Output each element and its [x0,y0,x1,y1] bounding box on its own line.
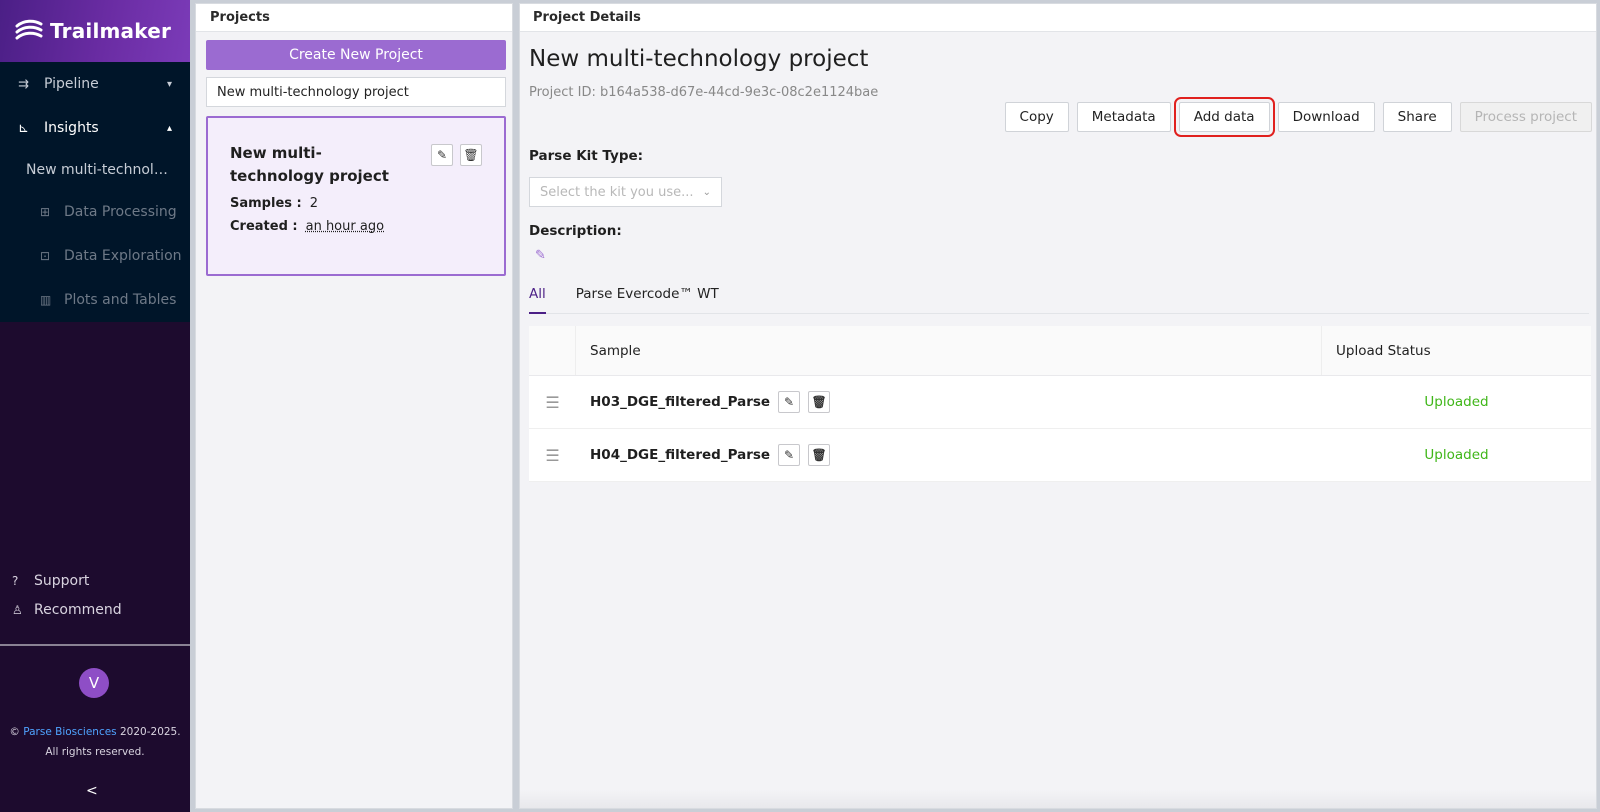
copyright-symbol: © [9,726,20,738]
details-panel-title: Project Details [520,4,1596,32]
delete-sample-icon[interactable]: 🗑 [808,444,831,466]
sidebar-item-label: Plots and Tables [64,292,177,308]
created-label: Created : [230,219,298,234]
projects-panel-title: Projects [196,4,512,32]
copyright: © Parse Biosciences 2020-2025. All right… [0,722,190,762]
sidebar-item-label: Insights [44,120,99,136]
page-title: New multi-technology project [529,46,869,72]
tab-parse-evercode-wt[interactable]: Parse Evercode™ WT [576,274,719,314]
sidebar-item-insights[interactable]: ⊾ Insights ▴ [0,106,190,150]
trailmaker-logo-icon [15,19,43,40]
copy-button[interactable]: Copy [1004,102,1069,132]
sidebar-divider [0,644,190,646]
table-row: ☰ H04_DGE_filtered_Parse ✎ 🗑 Uploaded [529,429,1591,482]
delete-project-icon[interactable]: 🗑 [460,144,482,166]
edit-project-icon[interactable]: ✎ [431,144,453,166]
drag-handle-icon[interactable]: ☰ [529,429,576,481]
sample-name: H03_DGE_filtered_Parse [590,394,771,410]
sidebar-item-label: Pipeline [44,76,99,92]
project-id: Project ID: b164a538-d67e-44cd-9e3c-08c2… [529,85,879,100]
recommend-label: Recommend [34,601,122,618]
app-name: Trailmaker [50,19,172,43]
kit-type-placeholder: Select the kit you use... [540,184,694,200]
chevron-down-icon: ▾ [166,78,172,90]
project-search-input[interactable] [206,77,506,107]
project-card-actions: ✎ 🗑 [431,144,482,166]
plots-icon: ▥ [40,293,52,307]
sidebar-item-label: Data Exploration [64,248,182,264]
chevron-down-icon: ⌄ [702,186,711,198]
drag-handle-icon[interactable]: ☰ [529,376,576,428]
copyright-rights: All rights reserved. [45,746,145,758]
edit-description-icon[interactable]: ✎ [535,248,546,263]
download-button[interactable]: Download [1277,102,1375,132]
kit-type-select[interactable]: Select the kit you use... ⌄ [529,177,722,207]
tab-all[interactable]: All [529,274,546,314]
drag-column-header [529,326,576,375]
project-toolbar: Copy Metadata Add data Download Share Pr… [1004,97,1592,137]
brand-header: Trailmaker [0,0,190,62]
sample-cell: H04_DGE_filtered_Parse ✎ 🗑 [576,429,1322,481]
avatar-initial: V [88,674,100,692]
sidebar-item-data-exploration[interactable]: ⊡ Data Exploration [0,234,190,278]
edit-sample-icon[interactable]: ✎ [778,444,801,466]
sample-name: H04_DGE_filtered_Parse [590,447,771,463]
user-add-icon: ♙ [12,602,23,617]
project-samples: Samples : 2 [230,196,504,211]
sample-cell: H03_DGE_filtered_Parse ✎ 🗑 [576,376,1322,428]
support-label: Support [34,572,90,589]
metadata-button[interactable]: Metadata [1076,102,1171,132]
sidebar-current-project[interactable]: New multi-technology project [0,150,190,190]
upload-status: Uploaded [1424,447,1489,463]
created-value: an hour ago [305,219,385,234]
technology-tabs: All Parse Evercode™ WT [529,274,1589,314]
project-card[interactable]: New multi-technology project ✎ 🗑 Samples… [206,116,506,276]
delete-sample-icon[interactable]: 🗑 [808,391,831,413]
sidebar-item-label: Data Processing [64,204,177,220]
project-created: Created : an hour ago [230,219,504,234]
sidebar-item-plots-and-tables[interactable]: ▥ Plots and Tables [0,278,190,322]
avatar[interactable]: V [79,668,109,698]
recommend-link[interactable]: ♙ Recommend [0,595,190,624]
project-details-panel: Project Details New multi-technology pro… [519,3,1597,809]
samples-table: Sample Upload Status ☰ H03_DGE_filtered_… [529,326,1591,482]
upload-status: Uploaded [1424,394,1489,410]
projects-panel: Projects Create New Project New multi-te… [195,3,513,809]
add-data-button[interactable]: Add data [1173,97,1275,137]
samples-value: 2 [309,196,319,211]
pipeline-icon: ⇉ [18,76,29,92]
table-row: ☰ H03_DGE_filtered_Parse ✎ 🗑 Uploaded [529,376,1591,429]
insights-icon: ⊾ [18,120,29,136]
description-label: Description: [529,223,622,239]
sidebar-item-data-processing[interactable]: ⊞ Data Processing [0,190,190,234]
data-processing-icon: ⊞ [40,205,51,219]
nav-menu: ⇉ Pipeline ▾ ⊾ Insights ▴ New multi-tech… [0,62,190,322]
chevron-up-icon: ▴ [166,122,172,134]
create-new-project-button[interactable]: Create New Project [206,40,506,70]
share-button[interactable]: Share [1382,102,1452,132]
panel-footer [520,790,1596,808]
sample-column-header: Sample [576,326,1322,375]
current-project-label: New multi-technology project [26,162,176,178]
kit-type-label: Parse Kit Type: [529,148,644,164]
process-project-button[interactable]: Process project [1459,102,1592,132]
support-link[interactable]: ? Support [0,566,190,595]
sidebar-bottom-links: ? Support ♙ Recommend [0,566,190,624]
edit-sample-icon[interactable]: ✎ [778,391,801,413]
samples-label: Samples : [230,196,302,211]
collapse-sidebar-icon[interactable]: < [86,783,98,799]
copyright-years: 2020-2025. [120,726,181,738]
sidebar: Trailmaker ⇉ Pipeline ▾ ⊾ Insights ▴ New… [0,0,190,812]
data-exploration-icon: ⊡ [40,249,51,263]
parse-biosciences-link[interactable]: Parse Biosciences [23,726,116,738]
project-card-title: New multi-technology project [230,144,389,185]
question-circle-icon: ? [12,573,19,588]
sidebar-item-pipeline[interactable]: ⇉ Pipeline ▾ [0,62,190,106]
table-header: Sample Upload Status [529,326,1591,376]
upload-status-column-header: Upload Status [1336,342,1431,359]
